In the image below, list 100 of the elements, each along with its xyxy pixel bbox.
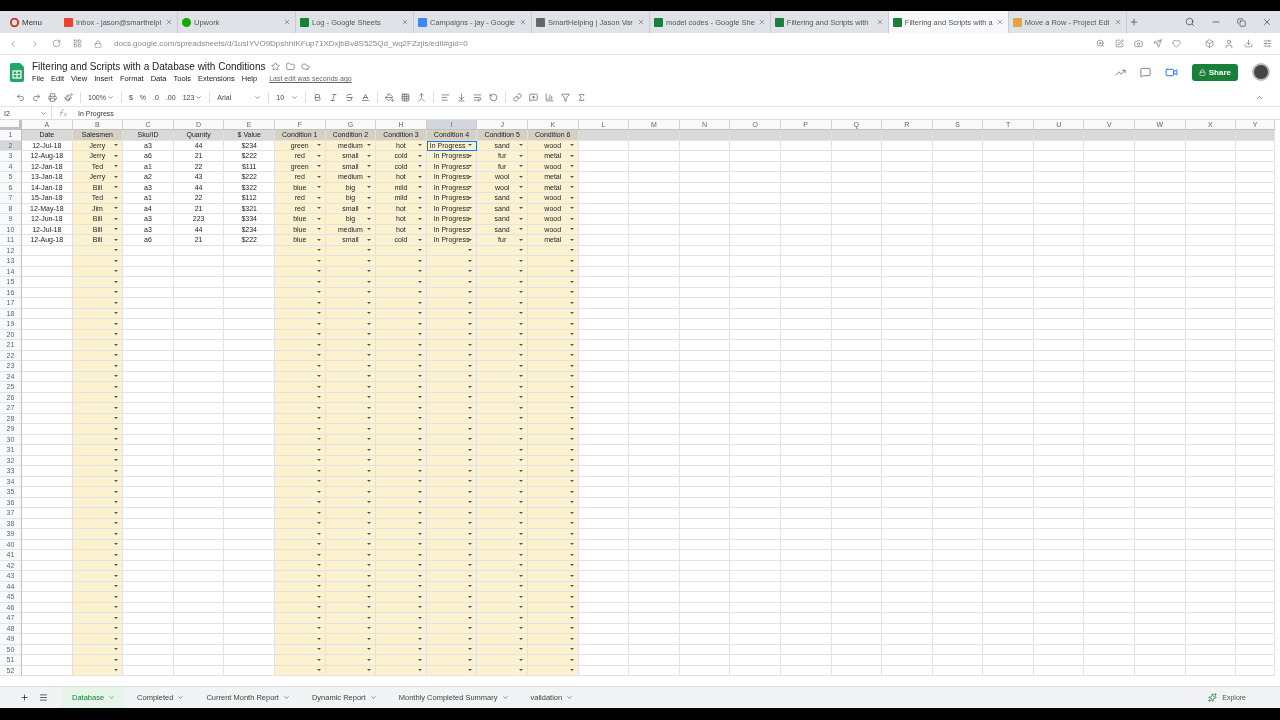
dropdown-arrow-icon[interactable] [417,658,422,661]
dropdown-arrow-icon[interactable] [569,501,574,504]
dropdown-arrow-icon[interactable] [518,238,523,241]
dropdown-arrow-icon[interactable] [114,217,119,220]
merge-icon[interactable] [417,93,427,102]
dropdown-arrow-icon[interactable] [114,238,119,241]
dropdown-arrow-icon[interactable] [114,469,119,472]
collapse-icon[interactable] [1255,93,1264,102]
dropdown-arrow-icon[interactable] [367,249,372,252]
dropdown-arrow-icon[interactable] [417,469,422,472]
dropdown-arrow-icon[interactable] [518,606,523,609]
dropdown-arrow-icon[interactable] [316,375,321,378]
dropdown-arrow-icon[interactable] [114,606,119,609]
dropdown-arrow-icon[interactable] [114,375,119,378]
dropdown-arrow-icon[interactable] [569,333,574,336]
dropdown-arrow-icon[interactable] [468,228,473,231]
dropdown-arrow-icon[interactable] [468,606,473,609]
dropdown-arrow-icon[interactable] [417,196,422,199]
dropdown-arrow-icon[interactable] [367,595,372,598]
dropdown-arrow-icon[interactable] [569,354,574,357]
fill-color-icon[interactable] [385,93,395,102]
dropdown-arrow-icon[interactable] [367,217,372,220]
dropdown-arrow-icon[interactable] [518,301,523,304]
close-icon[interactable] [519,18,527,26]
dropdown-arrow-icon[interactable] [316,616,321,619]
dropdown-arrow-icon[interactable] [316,553,321,556]
close-icon[interactable] [875,18,884,26]
dropdown-arrow-icon[interactable] [468,669,473,672]
dropdown-arrow-icon[interactable] [114,301,119,304]
dropdown-arrow-icon[interactable] [569,438,574,441]
dropdown-arrow-icon[interactable] [316,396,321,399]
dropdown-arrow-icon[interactable] [316,585,321,588]
dropdown-arrow-icon[interactable] [569,217,574,220]
dropdown-arrow-icon[interactable] [367,511,372,514]
dropdown-arrow-icon[interactable] [417,238,422,241]
dropdown-arrow-icon[interactable] [518,312,523,315]
dropdown-arrow-icon[interactable] [114,522,119,525]
send-icon[interactable] [1153,38,1162,48]
dropdown-arrow-icon[interactable] [316,564,321,567]
dropdown-arrow-icon[interactable] [518,364,523,367]
dropdown-arrow-icon[interactable] [316,406,321,409]
dropdown-arrow-icon[interactable] [417,186,422,189]
dropdown-arrow-icon[interactable] [417,364,422,367]
dropdown-arrow-icon[interactable] [518,375,523,378]
dropdown-arrow-icon[interactable] [316,490,321,493]
dropdown-arrow-icon[interactable] [468,501,473,504]
dropdown-arrow-icon[interactable] [518,333,523,336]
dropdown-arrow-icon[interactable] [367,333,372,336]
dropdown-arrow-icon[interactable] [569,459,574,462]
back-icon[interactable] [8,38,18,49]
filter-icon[interactable] [561,93,571,102]
close-icon[interactable] [757,18,766,26]
dropdown-arrow-icon[interactable] [518,175,523,178]
dropdown-arrow-icon[interactable] [316,522,321,525]
dropdown-arrow-icon[interactable] [316,385,321,388]
dropdown-arrow-icon[interactable] [569,364,574,367]
dropdown-arrow-icon[interactable] [367,322,372,325]
dropdown-arrow-icon[interactable] [367,427,372,430]
dropdown-arrow-icon[interactable] [367,154,372,157]
dropdown-arrow-icon[interactable] [417,585,422,588]
bold-icon[interactable] [313,93,323,102]
dropdown-arrow-icon[interactable] [367,532,372,535]
dropdown-arrow-icon[interactable] [417,375,422,378]
dropdown-arrow-icon[interactable] [316,595,321,598]
dropdown-arrow-icon[interactable] [316,448,321,451]
dropdown-arrow-icon[interactable] [316,417,321,420]
dropdown-arrow-icon[interactable] [417,606,422,609]
dropdown-arrow-icon[interactable] [468,249,473,252]
dropdown-arrow-icon[interactable] [518,658,523,661]
close-icon[interactable] [401,18,409,26]
dropdown-arrow-icon[interactable] [417,448,422,451]
dropdown-arrow-icon[interactable] [316,301,321,304]
dropdown-arrow-icon[interactable] [468,522,473,525]
dropdown-arrow-icon[interactable] [468,637,473,640]
dropdown-arrow-icon[interactable] [569,490,574,493]
dropdown-arrow-icon[interactable] [518,396,523,399]
dropdown-arrow-icon[interactable] [468,291,473,294]
dropdown-arrow-icon[interactable] [569,312,574,315]
dropdown-arrow-icon[interactable] [417,259,422,262]
dropdown-arrow-icon[interactable] [468,490,473,493]
dropdown-arrow-icon[interactable] [468,406,473,409]
dropdown-arrow-icon[interactable] [468,532,473,535]
dropdown-arrow-icon[interactable] [569,196,574,199]
dropdown-arrow-icon[interactable] [468,270,473,273]
dropdown-arrow-icon[interactable] [518,438,523,441]
dropdown-arrow-icon[interactable] [518,448,523,451]
dropdown-arrow-icon[interactable] [316,217,321,220]
dropdown-arrow-icon[interactable] [417,648,422,651]
rotate-icon[interactable] [489,93,499,102]
dropdown-arrow-icon[interactable] [518,322,523,325]
dropdown-arrow-icon[interactable] [367,606,372,609]
comment-icon[interactable] [1139,66,1151,78]
dropdown-arrow-icon[interactable] [468,658,473,661]
dropdown-arrow-icon[interactable] [468,312,473,315]
dropdown-arrow-icon[interactable] [569,207,574,210]
dropdown-arrow-icon[interactable] [417,406,422,409]
dropdown-arrow-icon[interactable] [518,543,523,546]
close-icon[interactable] [283,18,291,26]
dropdown-arrow-icon[interactable] [468,217,473,220]
dropdown-arrow-icon[interactable] [518,354,523,357]
